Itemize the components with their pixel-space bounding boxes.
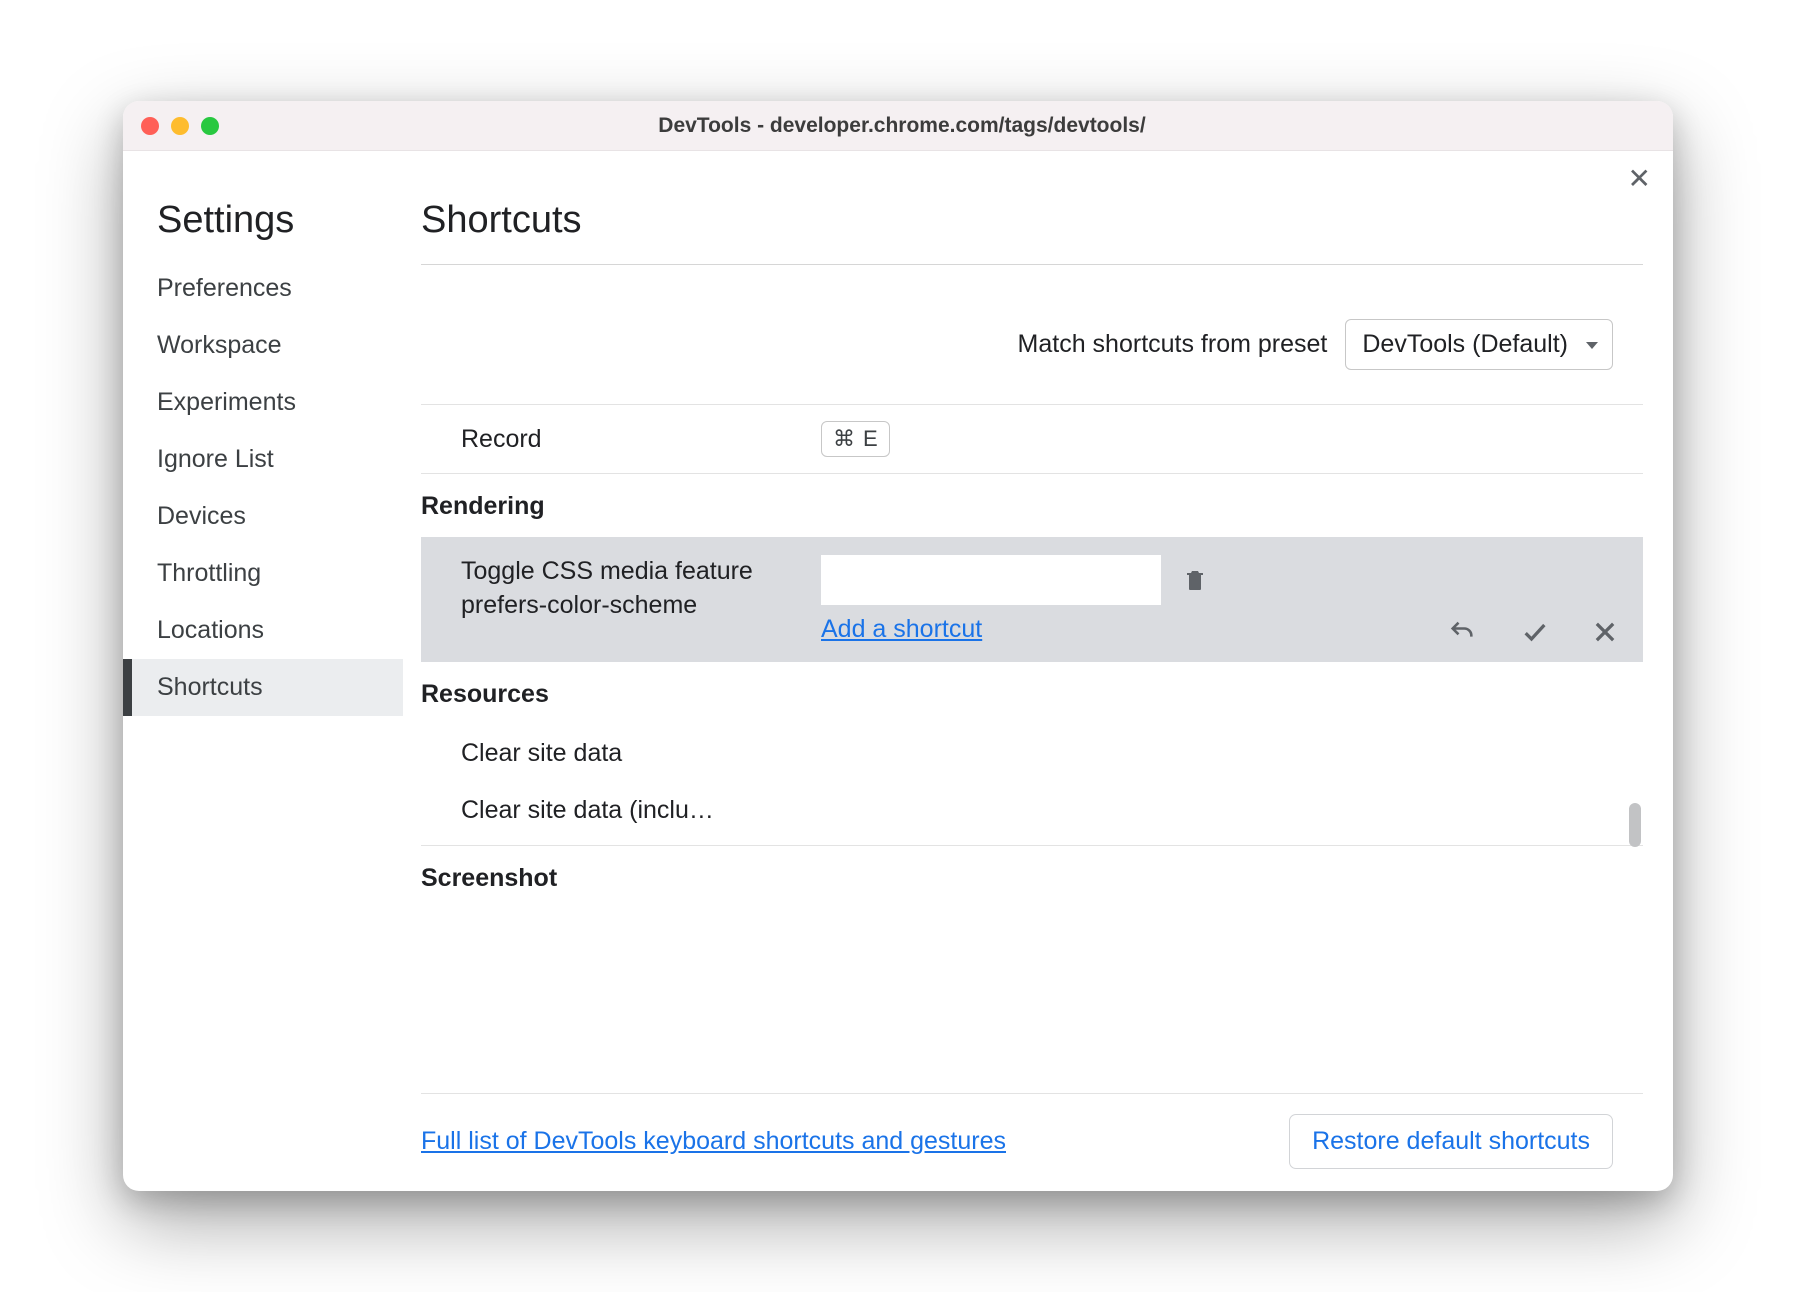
scrollbar-thumb[interactable] bbox=[1629, 803, 1641, 847]
undo-icon[interactable] bbox=[1445, 618, 1479, 646]
cancel-icon[interactable] bbox=[1591, 618, 1619, 646]
shortcut-keychip: ⌘ E bbox=[821, 421, 890, 457]
confirm-icon[interactable] bbox=[1519, 618, 1551, 646]
sidebar-item-shortcuts[interactable]: Shortcuts bbox=[123, 659, 403, 716]
key-letter: E bbox=[863, 426, 878, 452]
sidebar-item-ignore-list[interactable]: Ignore List bbox=[123, 431, 403, 488]
preset-row: Match shortcuts from preset DevTools (De… bbox=[421, 265, 1643, 404]
devtools-settings-window: DevTools - developer.chrome.com/tags/dev… bbox=[123, 101, 1673, 1191]
shortcut-input[interactable] bbox=[821, 555, 1161, 605]
page-title: Shortcuts bbox=[421, 199, 1643, 265]
section-header-rendering: Rendering bbox=[421, 474, 1643, 537]
close-icon[interactable]: ✕ bbox=[1628, 165, 1651, 193]
preset-select-value: DevTools (Default) bbox=[1362, 330, 1568, 358]
restore-defaults-button[interactable]: Restore default shortcuts bbox=[1289, 1114, 1613, 1169]
shortcut-row-record[interactable]: Record ⌘ E bbox=[421, 405, 1643, 474]
sidebar-item-locations[interactable]: Locations bbox=[123, 602, 403, 659]
full-shortcuts-link[interactable]: Full list of DevTools keyboard shortcuts… bbox=[421, 1127, 1006, 1156]
trash-icon[interactable] bbox=[1183, 566, 1207, 594]
editing-actions bbox=[1445, 618, 1619, 646]
editing-shortcut-label: Toggle CSS media feature prefers-color-s… bbox=[461, 555, 821, 623]
content-area: ✕ Settings Preferences Workspace Experim… bbox=[123, 151, 1673, 1191]
sidebar-item-workspace[interactable]: Workspace bbox=[123, 317, 403, 374]
sidebar-title: Settings bbox=[123, 199, 403, 260]
shortcut-list: Record ⌘ E Rendering Toggle CSS media fe… bbox=[421, 404, 1643, 1093]
shortcut-row-clear-site-data[interactable]: Clear site data bbox=[421, 725, 1643, 782]
shortcut-row-editing: Toggle CSS media feature prefers-color-s… bbox=[421, 537, 1643, 662]
add-shortcut-link[interactable]: Add a shortcut bbox=[821, 615, 982, 644]
main-panel: Shortcuts Match shortcuts from preset De… bbox=[403, 193, 1673, 1191]
titlebar: DevTools - developer.chrome.com/tags/dev… bbox=[123, 101, 1673, 151]
section-header-resources: Resources bbox=[421, 662, 1643, 725]
preset-label: Match shortcuts from preset bbox=[1018, 330, 1328, 359]
window-title: DevTools - developer.chrome.com/tags/dev… bbox=[149, 114, 1655, 138]
section-header-screenshot: Screenshot bbox=[421, 846, 1643, 909]
footer: Full list of DevTools keyboard shortcuts… bbox=[421, 1093, 1643, 1191]
shortcut-row-clear-site-data-including[interactable]: Clear site data (inclu… bbox=[421, 782, 1643, 839]
sidebar-item-throttling[interactable]: Throttling bbox=[123, 545, 403, 602]
sidebar-item-preferences[interactable]: Preferences bbox=[123, 260, 403, 317]
sidebar-item-experiments[interactable]: Experiments bbox=[123, 374, 403, 431]
preset-select[interactable]: DevTools (Default) bbox=[1345, 319, 1613, 370]
sidebar-item-devices[interactable]: Devices bbox=[123, 488, 403, 545]
key-modifier: ⌘ bbox=[833, 426, 855, 452]
settings-sidebar: Settings Preferences Workspace Experimen… bbox=[123, 193, 403, 1191]
shortcut-label: Record bbox=[461, 425, 821, 454]
